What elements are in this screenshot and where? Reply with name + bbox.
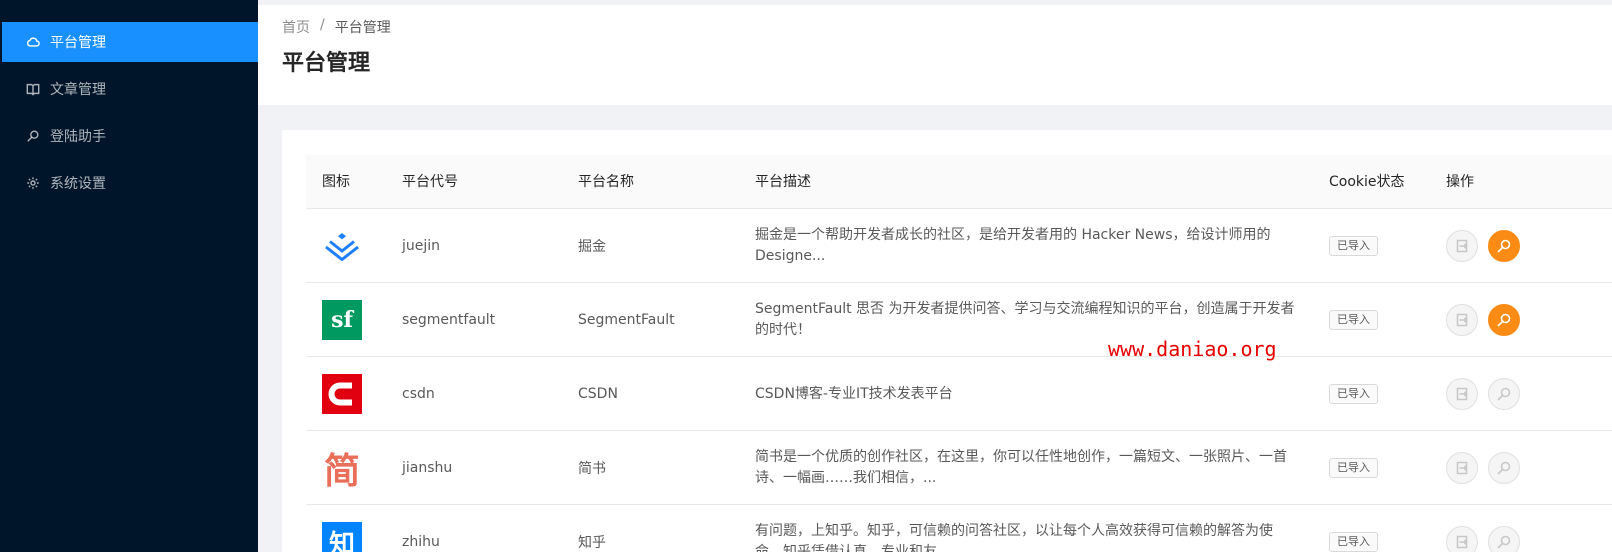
status-badge: 已导入: [1329, 458, 1378, 478]
gear-icon: [26, 176, 40, 190]
import-button[interactable]: [1446, 452, 1478, 484]
platform-code: juejin: [402, 238, 441, 254]
breadcrumb: 首页 / 平台管理: [282, 17, 391, 37]
search-button[interactable]: [1488, 452, 1520, 484]
breadcrumb-current: 平台管理: [334, 20, 391, 36]
platform-desc: 简书是一个优质的创作社区，在这里，你可以任性地创作，一篇短文、一张照片、一首诗、…: [755, 449, 1287, 486]
platform-table: 图标 平台代号 平台名称 平台描述 Cookie状态 操作 juejin 掘金 …: [306, 155, 1612, 552]
platform-desc: SegmentFault 思否 为开发者提供问答、学习与交流编程知识的平台，创造…: [755, 301, 1295, 338]
table-header: 图标 平台代号 平台名称 平台描述 Cookie状态 操作: [306, 155, 1612, 209]
platform-desc: 有问题，上知乎。知乎，可信赖的问答社区，以让每个人高效获得可信赖的解答为使命。知…: [755, 523, 1273, 552]
platform-name: CSDN: [578, 386, 618, 402]
import-button[interactable]: [1446, 230, 1478, 262]
search-button[interactable]: [1488, 526, 1520, 552]
breadcrumb-separator: /: [320, 17, 325, 33]
status-badge: 已导入: [1329, 310, 1378, 330]
search-button[interactable]: [1488, 378, 1520, 410]
sidebar-item-settings[interactable]: 系统设置: [2, 163, 258, 203]
platform-code: zhihu: [402, 534, 440, 550]
column-header-desc: 平台描述: [755, 174, 811, 190]
segmentfault-logo: sf: [322, 300, 362, 340]
juejin-logo: [322, 226, 362, 266]
watermark: www.daniao.org: [1108, 337, 1277, 361]
column-header-actions: 操作: [1446, 174, 1474, 190]
column-header-code: 平台代号: [402, 174, 458, 190]
table-row: 知 zhihu 知乎 有问题，上知乎。知乎，可信赖的问答社区，以让每个人高效获得…: [306, 505, 1612, 552]
content-card: 图标 平台代号 平台名称 平台描述 Cookie状态 操作 juejin 掘金 …: [282, 130, 1612, 552]
platform-name: 知乎: [578, 535, 606, 551]
jianshu-logo: 简: [323, 451, 360, 492]
platform-desc: CSDN博客-专业IT技术发表平台: [755, 385, 953, 402]
platform-code: jianshu: [402, 460, 453, 476]
platform-name: 简书: [578, 461, 606, 477]
platform-name: SegmentFault: [578, 312, 675, 328]
table-row: 简 jianshu 简书 简书是一个优质的创作社区，在这里，你可以任性地创作，一…: [306, 431, 1612, 505]
sidebar-item-label: 平台管理: [50, 35, 106, 51]
sidebar-item-label: 登陆助手: [50, 129, 106, 145]
book-icon: [26, 82, 40, 96]
cloud-icon: [26, 35, 40, 49]
column-header-cookie-status: Cookie状态: [1329, 174, 1405, 190]
sidebar-item-platform[interactable]: 平台管理: [2, 22, 258, 62]
sidebar-item-articles[interactable]: 文章管理: [2, 69, 258, 109]
platform-code: segmentfault: [402, 312, 496, 328]
table-row: sf segmentfault SegmentFault SegmentFaul…: [306, 283, 1612, 357]
page-header: 首页 / 平台管理 平台管理: [258, 5, 1612, 105]
import-button[interactable]: [1446, 526, 1478, 552]
zhihu-logo: 知: [322, 522, 362, 552]
platform-code: csdn: [402, 386, 435, 402]
breadcrumb-home[interactable]: 首页: [282, 17, 310, 37]
table-row: juejin 掘金 掘金是一个帮助开发者成长的社区，是给开发者用的 Hacker…: [306, 209, 1612, 283]
sidebar-item-label: 系统设置: [50, 176, 106, 192]
status-badge: 已导入: [1329, 532, 1378, 552]
search-button[interactable]: [1488, 304, 1520, 336]
table-row: csdn CSDN CSDN博客-专业IT技术发表平台 已导入: [306, 357, 1612, 431]
platform-desc: 掘金是一个帮助开发者成长的社区，是给开发者用的 Hacker News，给设计师…: [755, 227, 1271, 264]
search-icon: [26, 129, 40, 143]
platform-name: 掘金: [578, 239, 606, 255]
import-button[interactable]: [1446, 304, 1478, 336]
page-title: 平台管理: [282, 51, 371, 76]
column-header-icon: 图标: [322, 174, 350, 190]
column-header-name: 平台名称: [578, 174, 634, 190]
sidebar: 平台管理 文章管理 登陆助手 系统设置: [0, 0, 258, 552]
search-button[interactable]: [1488, 230, 1520, 262]
sidebar-item-login-helper[interactable]: 登陆助手: [2, 116, 258, 156]
sidebar-item-label: 文章管理: [50, 82, 106, 98]
import-button[interactable]: [1446, 378, 1478, 410]
status-badge: 已导入: [1329, 384, 1378, 404]
status-badge: 已导入: [1329, 236, 1378, 256]
csdn-logo: [322, 374, 362, 414]
